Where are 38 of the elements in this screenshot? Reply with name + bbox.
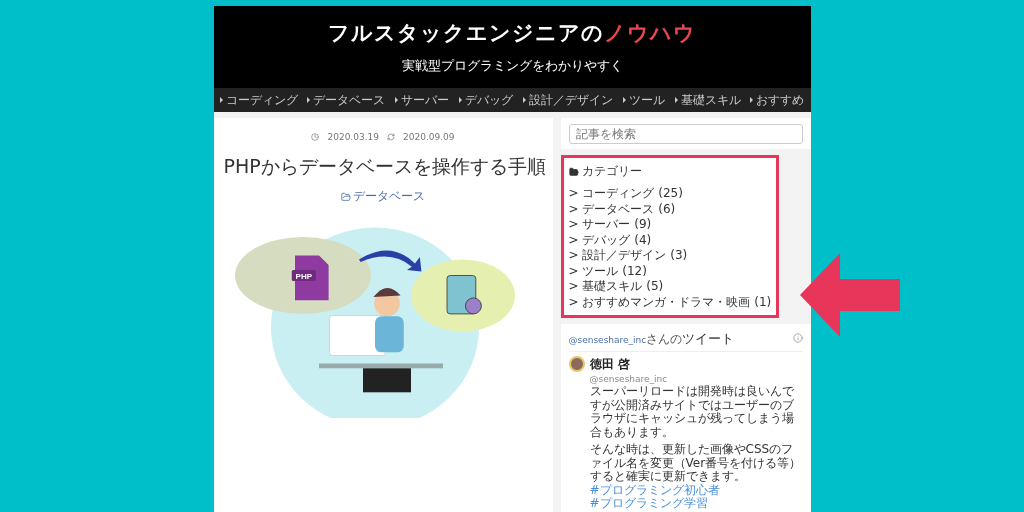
clock-icon xyxy=(311,133,320,141)
nav-link[interactable]: コーディング xyxy=(219,91,298,109)
hashtag-link[interactable]: #プログラミング学習 xyxy=(589,496,708,510)
category-link[interactable]: > おすすめマンガ・ドラマ・映画 (1) xyxy=(568,294,772,310)
tweet-text: スーパーリロードは開発時は良いんですが公開済みサイトではユーザーのブラウザにキャッシュが残ってしまう場合もあります。 xyxy=(589,385,795,439)
nav-link[interactable]: 基礎スキル xyxy=(674,91,741,109)
category-link[interactable]: > コーディング (25) xyxy=(568,186,683,202)
hashtag-link[interactable]: #プログラミング初心者 xyxy=(589,482,720,497)
widget-title: カテゴリー xyxy=(581,163,642,180)
refresh-icon xyxy=(387,133,395,141)
article-title: PHPからデータベースを操作する手順 xyxy=(223,154,546,179)
nav-link[interactable]: ツール xyxy=(622,91,665,109)
updated-date: 2020.09.09 xyxy=(403,132,455,142)
category-link[interactable]: > 基礎スキル (5) xyxy=(568,279,664,295)
info-icon[interactable] xyxy=(792,333,803,343)
category-link[interactable]: > サーバー (9) xyxy=(568,217,652,233)
search-field[interactable]: 記事を検索 xyxy=(568,124,803,144)
category-link[interactable]: > 設計／デザイン (3) xyxy=(568,248,688,264)
nav-link[interactable]: サーバー xyxy=(395,91,450,109)
category-link[interactable]: > ツール (12) xyxy=(568,263,647,279)
nav-link[interactable]: おすすめ xyxy=(750,91,805,109)
nav-link[interactable]: 設計／デザイン xyxy=(522,91,613,109)
tweet-handle: @senseshare_inc xyxy=(589,374,669,384)
nav-link[interactable]: データベース xyxy=(307,91,386,109)
avatar xyxy=(568,356,585,372)
nav-link[interactable]: デバッグ xyxy=(459,91,514,109)
folder-icon xyxy=(568,166,579,177)
arrow-icon xyxy=(800,253,900,337)
category-link[interactable]: データベース xyxy=(341,188,425,205)
category-link[interactable]: > データベース (6) xyxy=(568,201,676,217)
site-title: フルスタックエンジニアのノウハウ xyxy=(328,20,696,47)
category-link[interactable]: > デバッグ (4) xyxy=(568,232,652,248)
tweet-author: 徳田 啓 xyxy=(589,356,631,373)
tweet-text: そんな時は、更新した画像やCSSのファイル名を変更（Ver番号を付ける等）すると確実に更新できます。 #プログラミング初心者 #プログラミング学習 xyxy=(589,443,803,511)
widget-title: @senseshare_incさんのツイート xyxy=(568,330,735,348)
site-tagline: 実戦型プログラミングをわかりやすく xyxy=(401,57,623,75)
folder-icon xyxy=(341,191,351,202)
published-date: 2020.03.19 xyxy=(327,132,379,142)
